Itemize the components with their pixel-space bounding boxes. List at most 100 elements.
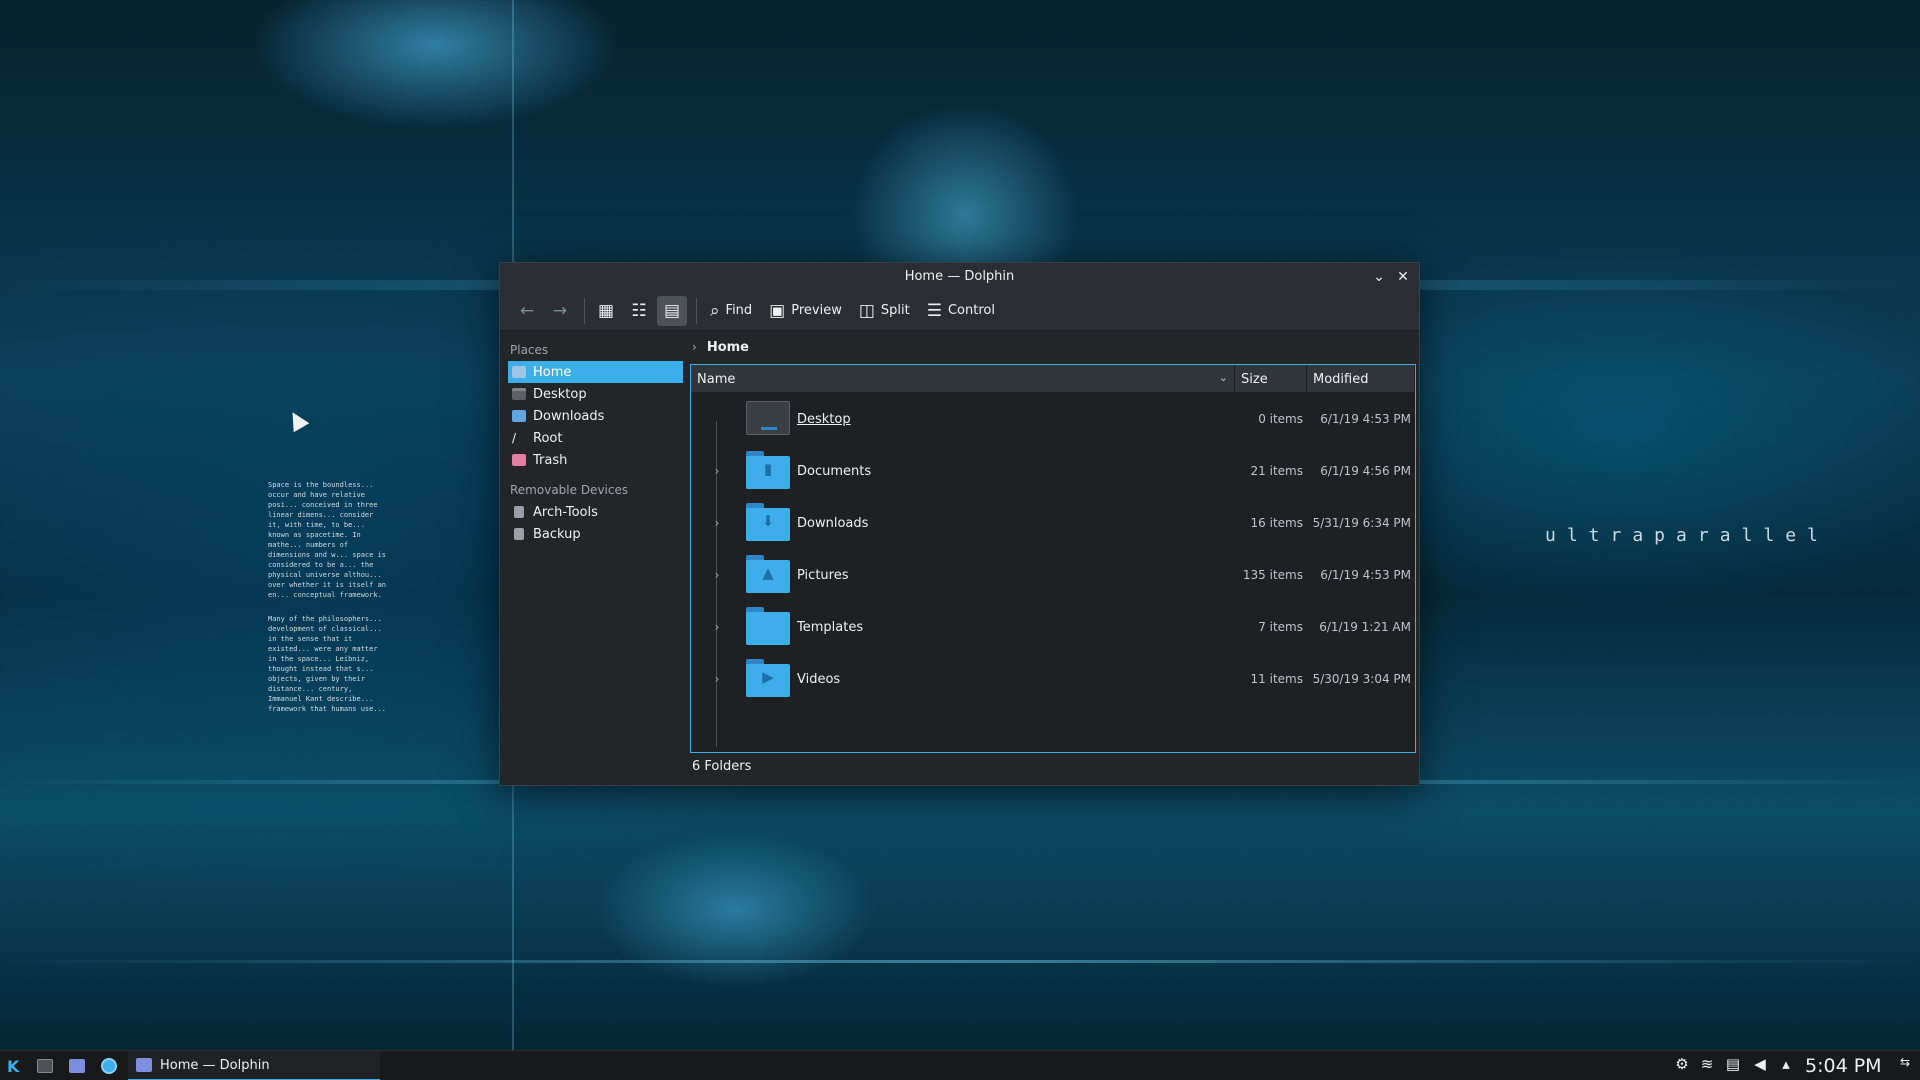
expand-icon[interactable]: › [711,568,723,582]
sort-chevron-icon: ⌄ [1218,371,1228,384]
table-row[interactable]: › Templates 7 items 6/1/19 1:21 AM [691,601,1415,653]
split-button[interactable]: ◫ Split [852,296,917,326]
folder-shape-body [746,612,790,645]
terminal-icon [37,1059,53,1073]
control-label: Control [947,303,995,318]
close-button[interactable]: ✕ [1393,267,1413,287]
grid-view-icon: ▦ [597,300,615,321]
column-name[interactable]: Name ⌄ [691,365,1235,393]
browser-launcher[interactable] [101,1056,117,1076]
window-title: Home — Dolphin [904,269,1015,284]
file-modified: 5/30/19 3:04 PM [1312,672,1411,686]
file-size: 11 items [1250,672,1303,686]
dolphin-window[interactable]: Home — Dolphin ⌄ ✕ ← → ▦ ☷ ▤ ⌕ Find ▣ Prev… [499,262,1420,786]
pictures-folder-icon: ▲ [746,555,790,593]
back-button[interactable]: ← [512,296,542,326]
table-row[interactable]: › ▮ Documents 21 items 6/1/19 4:56 PM [691,445,1415,497]
speaker-icon: ◀ [1754,1055,1766,1073]
desktop-icon [512,388,526,400]
templates-folder-icon [746,607,790,645]
gear-icon: ⚙ [1675,1055,1689,1073]
expand-icon[interactable]: › [711,516,723,530]
table-row[interactable]: › ▶ Videos 11 items 5/30/19 3:04 PM [691,653,1415,705]
chevron-right-icon: › [692,340,697,354]
panel-options-button[interactable]: ⇆ [1895,1055,1915,1077]
wallpaper-paragraph: Many of the philosophers... development … [268,615,387,713]
details-view-button[interactable]: ▤ [657,295,687,326]
clipboard-icon: ▤ [1725,1055,1741,1073]
home-icon [512,366,526,378]
videos-folder-icon: ▶ [746,659,790,697]
file-manager-launcher[interactable] [69,1056,85,1076]
network-tray-icon[interactable]: ≋ [1697,1055,1717,1077]
control-button[interactable]: ☰ Control [920,296,1002,326]
dolphin-icon [136,1058,152,1072]
trash-icon [512,454,526,466]
preview-icon: ▣ [769,300,786,321]
sidebar-item-trash[interactable]: Trash [508,449,683,471]
column-size[interactable]: Size [1235,365,1307,393]
settings-tray-icon[interactable]: ⚙ [1672,1055,1692,1077]
title-bar[interactable]: Home — Dolphin ⌄ ✕ [500,263,1419,291]
file-list: Desktop 0 items 6/1/19 4:53 PM › ▮ Docum… [691,393,1415,747]
compact-view-icon: ☷ [631,300,647,321]
taskbar-task-dolphin[interactable]: Home — Dolphin [128,1051,380,1080]
clipboard-tray-icon[interactable]: ▤ [1723,1055,1743,1077]
file-modified: 6/1/19 4:53 PM [1320,568,1411,582]
file-modified: 5/31/19 6:34 PM [1312,516,1411,530]
compact-view-button[interactable]: ☷ [624,296,654,326]
sidebar-item-arch-tools[interactable]: Arch-Tools [508,501,683,523]
expand-icon[interactable]: › [711,620,723,634]
preview-label: Preview [791,303,842,318]
column-name-label: Name [697,371,736,387]
file-size: 0 items [1258,412,1303,426]
file-name: Videos [797,671,841,687]
column-header: Name ⌄ Size Modified [691,365,1415,393]
sidebar-item-root[interactable]: / Root [508,427,683,449]
table-row[interactable]: › ▲ Pictures 135 items 6/1/19 4:53 PM [691,549,1415,601]
play-glyph-icon: ▶ [762,668,774,686]
table-row[interactable]: Desktop 0 items 6/1/19 4:53 PM [691,393,1415,445]
picture-glyph-icon: ▲ [762,564,774,582]
sidebar-item-home[interactable]: Home [508,361,683,383]
clock[interactable]: 5:04 PM [1805,1055,1882,1077]
file-name: Documents [797,463,872,479]
sidebar-item-desktop[interactable]: Desktop [508,383,683,405]
expand-icon[interactable]: › [711,672,723,686]
file-name: Desktop [797,411,851,427]
places-title: Places [510,343,549,357]
wallpaper-paragraph: Space is the boundless... occur and have… [268,481,387,599]
volume-tray-icon[interactable]: ◀ [1750,1055,1770,1077]
task-label: Home — Dolphin [160,1057,270,1073]
removable-devices-title: Removable Devices [510,483,629,497]
app-launcher-button[interactable]: K [7,1056,19,1076]
drive-icon [514,506,524,518]
breadcrumb-home[interactable]: Home [707,340,749,355]
file-name: Downloads [797,515,869,531]
split-icon: ◫ [858,300,875,321]
places-panel: Places Home Desktop Downloads / Root Tra… [508,339,683,545]
table-row[interactable]: › ⬇ Downloads 16 items 5/31/19 6:34 PM [691,497,1415,549]
file-view[interactable]: Name ⌄ Size Modified Desktop 0 items 6/1… [690,364,1416,753]
file-name: Pictures [797,567,849,583]
file-size: 21 items [1250,464,1303,478]
preview-button[interactable]: ▣ Preview [762,296,849,326]
expand-icon[interactable]: › [711,464,723,478]
icons-view-button[interactable]: ▦ [591,296,621,326]
file-modified: 6/1/19 1:21 AM [1319,620,1411,634]
arrow-right-icon: → [552,300,568,321]
column-modified[interactable]: Modified [1307,365,1415,393]
minimize-button[interactable]: ⌄ [1369,267,1389,287]
tray-expand-button[interactable]: ▴ [1776,1055,1796,1077]
sidebar-item-label: Downloads [533,408,605,424]
sidebar-item-downloads[interactable]: Downloads [508,405,683,427]
kde-logo-icon: K [7,1056,20,1076]
download-arrow-icon: ⬇ [761,512,775,530]
find-button[interactable]: ⌕ Find [703,296,759,326]
terminal-launcher[interactable] [37,1056,53,1076]
forward-button[interactable]: → [545,296,575,326]
browser-icon [101,1058,117,1074]
sidebar-item-backup[interactable]: Backup [508,523,683,545]
split-label: Split [880,303,910,318]
